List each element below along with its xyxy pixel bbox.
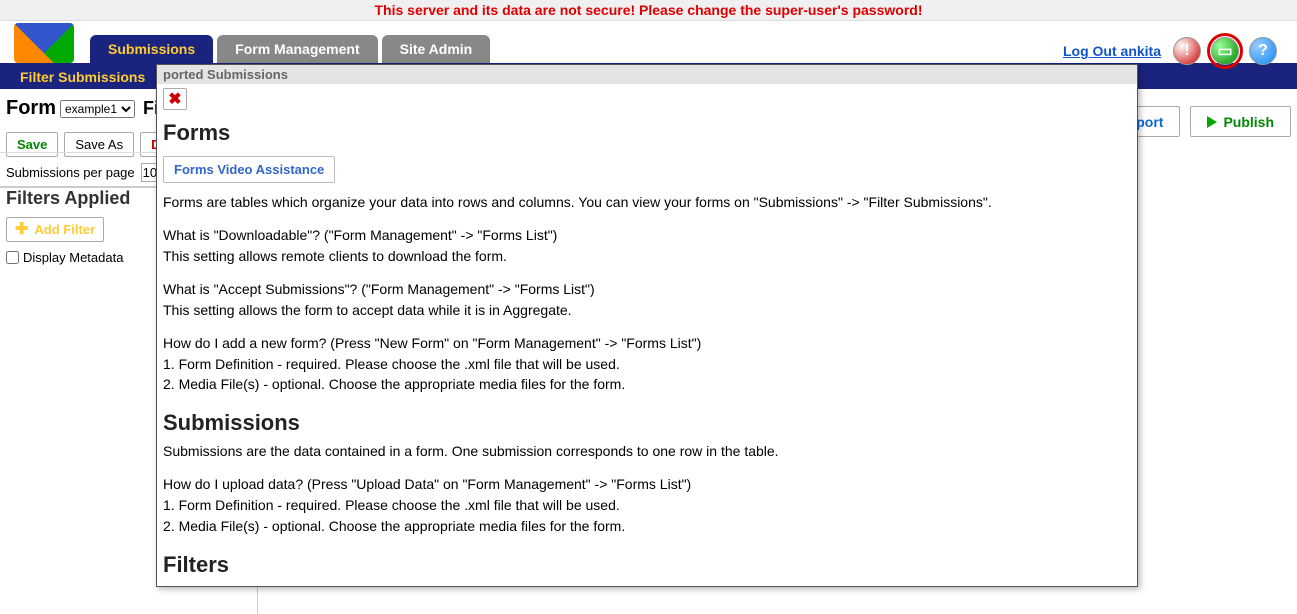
tab-submissions[interactable]: Submissions bbox=[90, 35, 213, 63]
forms-intro: Forms are tables which organize your dat… bbox=[163, 193, 1127, 212]
upload-q: How do I upload data? (Press "Upload Dat… bbox=[163, 475, 1127, 494]
tab-form-management[interactable]: Form Management bbox=[217, 35, 377, 63]
top-band: Submissions Form Management Site Admin L… bbox=[0, 21, 1297, 65]
filters-heading: Filters bbox=[163, 550, 1127, 580]
docs-icon[interactable]: ▭ bbox=[1211, 37, 1239, 65]
help-dialog: ported Submissions ✖ Forms Forms Video A… bbox=[156, 64, 1138, 587]
dialog-body[interactable]: Forms Forms Video Assistance Forms are t… bbox=[157, 114, 1137, 586]
save-as-button[interactable]: Save As bbox=[64, 132, 134, 157]
tab-site-admin[interactable]: Site Admin bbox=[382, 35, 491, 63]
newform-1: 1. Form Definition - required. Please ch… bbox=[163, 355, 1127, 374]
security-warning: This server and its data are not secure!… bbox=[0, 0, 1297, 21]
upload-1: 1. Form Definition - required. Please ch… bbox=[163, 496, 1127, 515]
accept-a: This setting allows the form to accept d… bbox=[163, 301, 1127, 320]
publish-button[interactable]: Publish bbox=[1190, 106, 1291, 137]
form-label: Form bbox=[6, 97, 56, 120]
save-button[interactable]: Save bbox=[6, 132, 58, 157]
dialog-close-button[interactable]: ✖ bbox=[163, 88, 187, 110]
main-tabs: Submissions Form Management Site Admin bbox=[90, 35, 494, 63]
form-select[interactable]: example1 bbox=[60, 100, 135, 118]
upload-2: 2. Media File(s) - optional. Choose the … bbox=[163, 517, 1127, 536]
subs-intro: Submissions are the data contained in a … bbox=[163, 442, 1127, 461]
app-logo bbox=[14, 23, 74, 63]
submissions-heading: Submissions bbox=[163, 408, 1127, 438]
downloadable-q: What is "Downloadable"? ("Form Managemen… bbox=[163, 226, 1127, 245]
forms-heading: Forms bbox=[163, 118, 1127, 148]
add-filter-button[interactable]: ✚Add Filter bbox=[6, 217, 104, 242]
logout-link[interactable]: Log Out ankita bbox=[1063, 43, 1161, 59]
display-metadata-label: Display Metadata bbox=[23, 250, 123, 265]
alert-icon[interactable]: ! bbox=[1173, 37, 1201, 65]
plus-icon: ✚ bbox=[15, 223, 28, 237]
help-icon[interactable]: ? bbox=[1249, 37, 1277, 65]
subnav-filter-submissions[interactable]: Filter Submissions bbox=[8, 67, 157, 87]
accept-q: What is "Accept Submissions"? ("Form Man… bbox=[163, 280, 1127, 299]
arrow-right-icon bbox=[1207, 116, 1217, 128]
newform-2: 2. Media File(s) - optional. Choose the … bbox=[163, 375, 1127, 394]
display-metadata-checkbox[interactable] bbox=[6, 251, 19, 264]
per-page-label: Submissions per page bbox=[6, 165, 135, 180]
dialog-title-bar: ported Submissions bbox=[157, 65, 1137, 84]
downloadable-a: This setting allows remote clients to do… bbox=[163, 247, 1127, 266]
newform-q: How do I add a new form? (Press "New For… bbox=[163, 334, 1127, 353]
forms-video-link[interactable]: Forms Video Assistance bbox=[163, 156, 335, 184]
highlighted-help-ring: ▭ bbox=[1207, 33, 1243, 69]
